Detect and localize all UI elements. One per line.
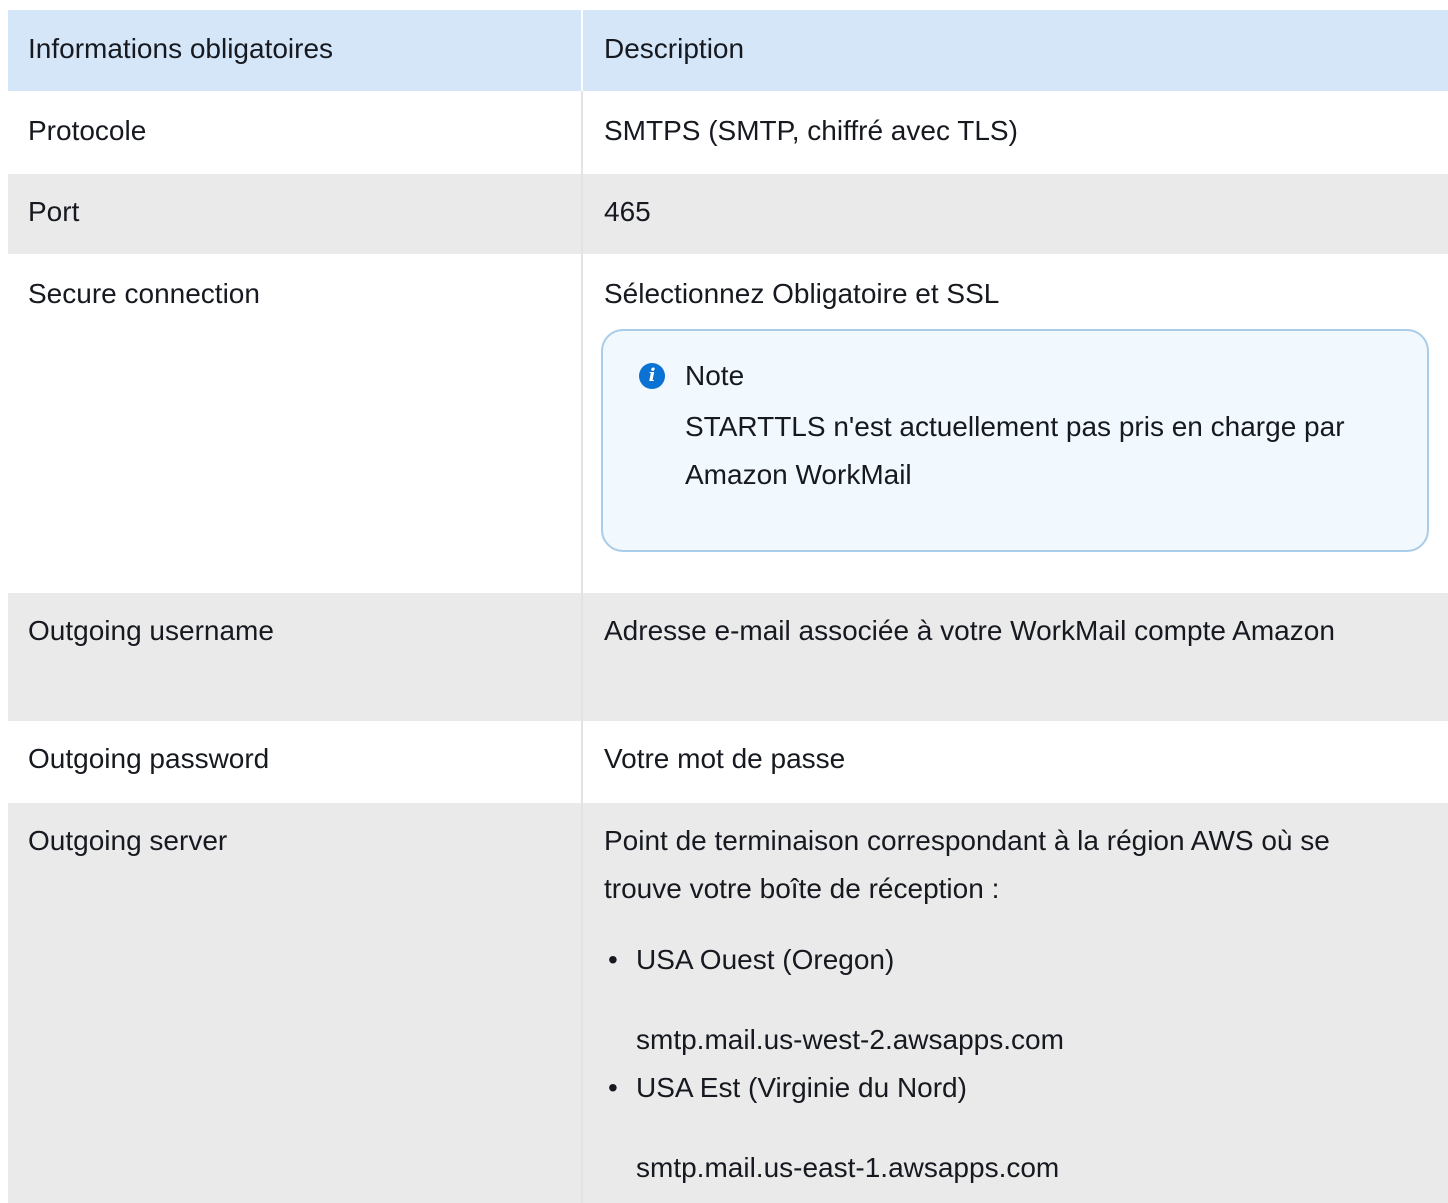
- table-row: Port 465: [8, 174, 1448, 254]
- row-label-outgoing-username: Outgoing username: [8, 593, 583, 721]
- row-value-outgoing-password: Votre mot de passe: [604, 743, 846, 774]
- smtp-settings-table: Informations obligatoires Description Pr…: [8, 10, 1448, 1203]
- region-name: USA Ouest (Oregon): [636, 944, 895, 975]
- region-list: • USA Ouest (Oregon) smtp.mail.us-west-2…: [604, 936, 1430, 1192]
- list-item: • USA Est (Virginie du Nord) smtp.mail.u…: [604, 1064, 1430, 1192]
- table-row: Protocole SMTPS (SMTP, chiffré avec TLS): [8, 91, 1448, 174]
- region-name: USA Est (Virginie du Nord): [636, 1072, 967, 1103]
- row-value-outgoing-server: Point de terminaison correspondant à la …: [583, 803, 1448, 1203]
- row-value-outgoing-username: Adresse e-mail associée à votre WorkMail…: [583, 593, 1448, 721]
- row-label-protocol: Protocole: [8, 91, 583, 174]
- table-row: Outgoing username Adresse e-mail associé…: [8, 593, 1448, 721]
- table-row: Secure connection Sélectionnez Obligatoi…: [8, 254, 1448, 593]
- column-header-required-info: Informations obligatoires: [8, 10, 583, 91]
- note-header: i Note: [639, 355, 1427, 397]
- outgoing-server-intro: Point de terminaison correspondant à la …: [604, 825, 1330, 904]
- note-text: STARTTLS n'est actuellement pas pris en …: [685, 411, 1345, 490]
- bullet-icon: •: [608, 944, 618, 975]
- note-callout: i Note STARTTLS n'est actuellement pas p…: [601, 329, 1429, 552]
- info-icon: i: [639, 363, 665, 389]
- row-value-port: 465: [604, 196, 651, 227]
- outgoing-username-text: Adresse e-mail associée à votre WorkMail…: [604, 615, 1335, 646]
- row-label-secure-connection: Secure connection: [8, 254, 583, 593]
- row-label-outgoing-server: Outgoing server: [8, 803, 583, 1203]
- column-header-description: Description: [604, 33, 745, 64]
- table-row: Outgoing server Point de terminaison cor…: [8, 803, 1448, 1203]
- secure-connection-text: Sélectionnez Obligatoire et SSL: [604, 278, 1000, 309]
- row-label-port: Port: [8, 174, 583, 254]
- region-endpoint: smtp.mail.us-west-2.awsapps.com: [636, 1024, 1064, 1055]
- row-label-outgoing-password: Outgoing password: [8, 721, 583, 803]
- table-header-row: Informations obligatoires Description: [8, 10, 1448, 91]
- bullet-icon: •: [608, 1072, 618, 1103]
- region-endpoint: smtp.mail.us-east-1.awsapps.com: [636, 1152, 1060, 1183]
- table-row: Outgoing password Votre mot de passe: [8, 721, 1448, 803]
- list-item: • USA Ouest (Oregon) smtp.mail.us-west-2…: [604, 936, 1430, 1064]
- row-value-secure-connection: Sélectionnez Obligatoire et SSL i Note S…: [583, 254, 1448, 593]
- note-title: Note: [685, 360, 745, 391]
- row-value-protocol: SMTPS (SMTP, chiffré avec TLS): [604, 115, 1018, 146]
